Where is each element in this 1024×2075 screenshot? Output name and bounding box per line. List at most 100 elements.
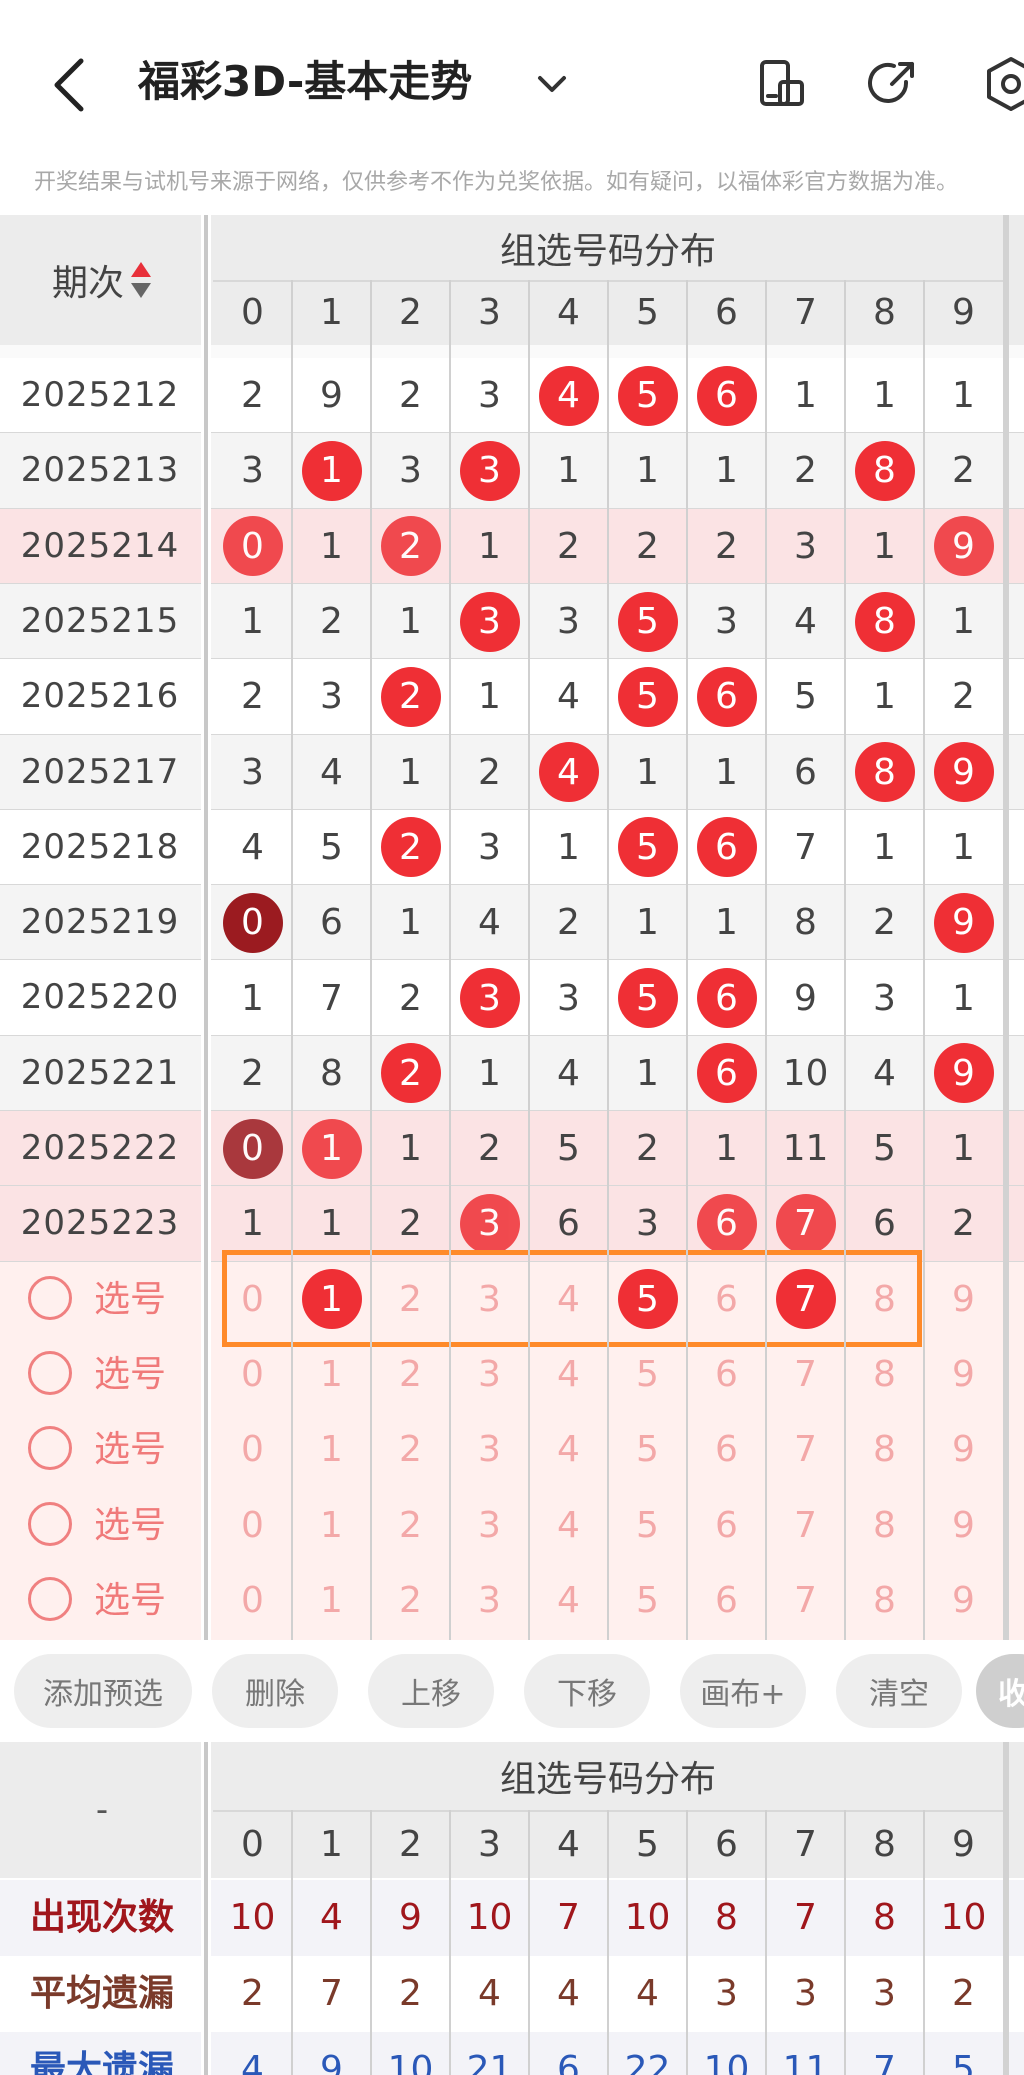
grid-cell: 0 [213, 1111, 292, 1186]
select-digit-2[interactable]: 2 [371, 1412, 450, 1487]
select-digit-8[interactable]: 8 [845, 1563, 924, 1638]
select-digit-2[interactable]: 2 [371, 1337, 450, 1412]
select-label[interactable]: 选号 [94, 1488, 166, 1563]
select-digit-4[interactable]: 4 [529, 1337, 608, 1412]
select-digit-0[interactable]: 0 [213, 1412, 292, 1487]
select-radio[interactable] [28, 1350, 72, 1395]
button-2[interactable]: 删除 [212, 1654, 338, 1728]
column-divider [686, 280, 688, 1640]
select-digit-6[interactable]: 6 [687, 1412, 766, 1487]
select-digit-9[interactable]: 9 [924, 1337, 1003, 1412]
select-digit-3[interactable]: 3 [450, 1412, 529, 1487]
select-digit-3[interactable]: 3 [450, 1563, 529, 1638]
stats-digit-header-4: 4 [557, 1823, 580, 1865]
select-digit-9[interactable]: 9 [924, 1412, 1003, 1487]
number-ball: 4 [538, 742, 599, 803]
select-label[interactable]: 选号 [94, 1337, 166, 1412]
select-digit-8[interactable]: 8 [845, 1488, 924, 1563]
grid-cell: 6 [320, 902, 343, 944]
select-radio[interactable] [28, 1426, 72, 1471]
grid-cell: 11 [782, 1128, 829, 1170]
title-dropdown-button[interactable] [530, 62, 574, 106]
stats-value: 8 [715, 1897, 738, 1938]
number-ball: 0 [222, 1118, 283, 1179]
stats-value: 3 [715, 1973, 738, 2014]
select-digit-6[interactable]: 6 [687, 1563, 766, 1638]
grid-cell: 1 [873, 525, 896, 567]
select-digit-6[interactable]: 6 [687, 1488, 766, 1563]
grid-cell: 2 [952, 1203, 975, 1245]
report-button[interactable] [756, 58, 808, 110]
number-ball: 6 [696, 666, 757, 727]
select-radio[interactable] [28, 1501, 72, 1546]
select-label[interactable]: 选号 [94, 1262, 166, 1337]
select-digit-3[interactable]: 3 [450, 1488, 529, 1563]
select-digit-6[interactable]: 6 [687, 1337, 766, 1412]
select-digit-4[interactable]: 4 [529, 1412, 608, 1487]
select-digit-0[interactable]: 0 [213, 1488, 292, 1563]
grid-cell: 2 [241, 676, 264, 718]
grid-cell: 1 [478, 676, 501, 718]
grid-cell: 1 [715, 751, 738, 793]
stats-column-divider [528, 1810, 530, 2075]
select-digit-5[interactable]: 5 [608, 1488, 687, 1563]
button-6[interactable]: 清空 [836, 1654, 962, 1728]
grid-cell: 4 [241, 826, 264, 868]
select-digit-8[interactable]: 8 [845, 1337, 924, 1412]
stats-value: 3 [794, 1973, 817, 2014]
grid-cell: 2 [794, 450, 817, 492]
digit-header-3: 3 [478, 292, 501, 333]
button-3[interactable]: 上移 [368, 1654, 494, 1728]
number-ball: 9 [933, 1043, 994, 1104]
stats-column-divider [686, 1810, 688, 2075]
select-digit-9[interactable]: 9 [924, 1488, 1003, 1563]
grid-cell: 2 [873, 902, 896, 944]
select-digit-1[interactable]: 1 [292, 1337, 371, 1412]
share-icon [868, 62, 914, 103]
select-digit-1[interactable]: 1 [292, 1488, 371, 1563]
button-1[interactable]: 添加预选 [14, 1654, 192, 1728]
select-digit-2[interactable]: 2 [371, 1488, 450, 1563]
select-label[interactable]: 选号 [94, 1412, 166, 1487]
select-digit-4[interactable]: 4 [529, 1563, 608, 1638]
select-digit-7[interactable]: 7 [766, 1337, 845, 1412]
number-ball: 3 [459, 968, 520, 1029]
stats-value: 4 [320, 1897, 343, 1938]
back-button[interactable] [44, 50, 94, 120]
select-digit-5[interactable]: 5 [608, 1412, 687, 1487]
select-digit-7[interactable]: 7 [766, 1488, 845, 1563]
trend-grid[interactable]: 期次 组选号码分布 0 1 2 3 4 5 6 7 8 9 2025212 2 9 2 3 4 5 6 1 1 1 20252… [0, 215, 1024, 1640]
button-4[interactable]: 下移 [524, 1654, 650, 1728]
period-column-header[interactable]: 期次 [0, 215, 204, 345]
grid-cell: 2 [320, 601, 343, 643]
stats-row-label: 出现次数 [29, 1897, 174, 1938]
grid-cell: 5 [557, 1128, 580, 1170]
grid-cell: 2 [636, 525, 659, 567]
select-digit-8[interactable]: 8 [845, 1412, 924, 1487]
stats-digit-header-8: 8 [873, 1823, 896, 1865]
select-digit-1[interactable]: 1 [292, 1563, 371, 1638]
button-5[interactable]: 画布+ [680, 1654, 806, 1728]
select-digit-4[interactable]: 4 [529, 1488, 608, 1563]
select-digit-3[interactable]: 3 [450, 1337, 529, 1412]
select-digit-0[interactable]: 0 [213, 1337, 292, 1412]
select-digit-9[interactable]: 9 [924, 1563, 1003, 1638]
select-digit-1[interactable]: 1 [292, 1412, 371, 1487]
select-digit-5[interactable]: 5 [608, 1337, 687, 1412]
select-digit-7[interactable]: 7 [766, 1412, 845, 1487]
settings-button[interactable] [982, 55, 1024, 113]
select-digit-0[interactable]: 0 [213, 1563, 292, 1638]
select-digit-7[interactable]: 7 [766, 1563, 845, 1638]
share-button[interactable] [866, 58, 918, 110]
digit-header-1: 1 [320, 292, 343, 333]
select-digit-5[interactable]: 5 [608, 1563, 687, 1638]
stats-table: - 组选号码分布 0 1 2 3 4 5 6 7 8 9 出现次数 10 4 9 10 7 10 8 7 8 10 平均遗漏 2… [0, 1742, 1024, 2075]
select-digit-2[interactable]: 2 [371, 1563, 450, 1638]
select-radio[interactable] [28, 1576, 72, 1621]
sort-arrows-icon[interactable] [130, 260, 152, 300]
stats-value: 2 [952, 1973, 975, 2014]
select-label[interactable]: 选号 [94, 1563, 166, 1638]
select-radio[interactable] [28, 1275, 72, 1320]
grid-cell: 5 [873, 1128, 896, 1170]
select-digit-9[interactable]: 9 [924, 1262, 1003, 1337]
